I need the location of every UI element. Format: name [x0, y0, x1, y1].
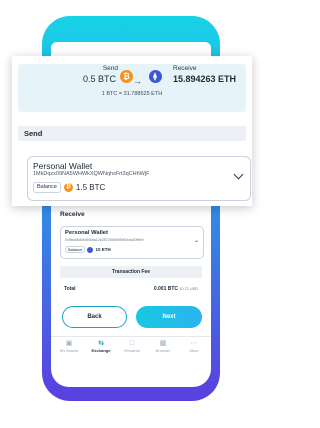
send-label: Send	[102, 65, 118, 72]
transaction-fee-header: Transaction Fee	[60, 266, 202, 278]
bottom-tab-bar: ▣ My Assets ⇆ Exchange □ Rewards ▩ Brows…	[51, 336, 211, 359]
send-amount: 0.5 BTC	[82, 74, 116, 84]
next-button[interactable]: Next	[136, 306, 202, 328]
send-balance-label: Balance	[33, 182, 61, 193]
tab-label: My Assets	[59, 348, 79, 353]
receive-balance: Balance 10 ETH	[65, 246, 111, 253]
tab-more[interactable]: ⋯ More	[178, 339, 210, 353]
tab-label: Browser	[155, 348, 171, 353]
btc-icon: ₿	[63, 183, 73, 192]
total-usd: 10.71 USD	[179, 287, 198, 291]
receive-amount: 15.894263 ETH	[173, 74, 237, 84]
total-row: Total 0.001 BTC 10.71 USD	[60, 286, 202, 296]
send-balance: Balance ₿ 1.5 BTC	[33, 182, 105, 193]
receive-wallet-name: Personal Wallet	[65, 230, 108, 236]
send-wallet-selector[interactable]: Personal Wallet 1MkDqzx09NA5WHWkXQWNqhsF…	[27, 156, 251, 201]
arrow-right-icon: →	[133, 76, 142, 86]
exchange-summary-card: Send 0.5 BTC ₿ → Receive 15.894263 ETH 1…	[12, 56, 252, 206]
tab-browser[interactable]: ▩ Browser	[147, 339, 179, 353]
receive-wallet-address: 0x9ba46d0b0f40da12b2572f3fd0989f2eac40f9…	[65, 238, 144, 242]
receive-wallet-selector[interactable]: Personal Wallet 0x9ba46d0b0f40da12b2572f…	[60, 226, 204, 259]
receive-section-title: Receive	[60, 211, 85, 218]
total-btc: 0.001 BTC	[153, 286, 179, 292]
tab-label: Rewards	[124, 348, 140, 353]
btc-icon: ₿	[120, 70, 133, 83]
receive-balance-label: Balance	[65, 246, 86, 253]
receive-label: Receive	[173, 65, 197, 72]
send-balance-amount: 1.5 BTC	[75, 183, 106, 192]
tab-label: More	[189, 348, 199, 353]
total-label: Total	[64, 286, 76, 292]
more-icon: ⋯	[190, 340, 198, 347]
total-value: 0.001 BTC 10.71 USD	[154, 286, 198, 292]
tab-exchange[interactable]: ⇆ Exchange	[85, 339, 117, 353]
eth-icon	[149, 70, 162, 83]
eth-icon	[87, 246, 94, 253]
send-wallet-address: 1MkDqzx09NA5WHWkXQWNqhsFrt3qCHhWjF	[33, 171, 150, 177]
exchange-summary	[18, 64, 246, 112]
send-wallet-name: Personal Wallet	[33, 161, 93, 171]
send-section-title: Send	[18, 126, 246, 141]
back-button[interactable]: Back	[62, 306, 127, 328]
swap-icon: ⇆	[98, 340, 104, 347]
wallet-icon: ▣	[65, 340, 73, 347]
tab-rewards[interactable]: □ Rewards	[116, 339, 148, 353]
chevron-down-icon[interactable]	[233, 169, 244, 180]
gift-icon: □	[129, 340, 135, 347]
receive-balance-amount: 10 ETH	[95, 247, 111, 252]
exchange-rate: 1 BTC = 31.788525 ETH	[101, 91, 163, 97]
browser-icon: ▩	[159, 340, 167, 347]
chevron-down-icon[interactable]: ⌄	[194, 237, 199, 244]
tab-label: Exchange	[91, 348, 111, 353]
tab-my-assets[interactable]: ▣ My Assets	[53, 339, 85, 353]
